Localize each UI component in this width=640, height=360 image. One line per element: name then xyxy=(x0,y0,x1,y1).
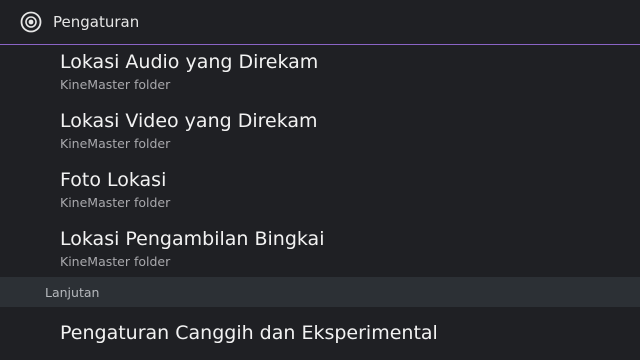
setting-subtitle: KineMaster folder xyxy=(60,254,171,269)
section-label: Lanjutan xyxy=(45,285,100,300)
setting-subtitle: KineMaster folder xyxy=(60,77,171,92)
section-header-advanced: Lanjutan xyxy=(0,277,640,307)
setting-subtitle: KineMaster folder xyxy=(60,136,171,151)
setting-title: Lokasi Pengambilan Bingkai xyxy=(60,228,325,250)
setting-title: Lokasi Video yang Direkam xyxy=(60,110,318,132)
settings-circle-icon[interactable] xyxy=(20,11,42,33)
setting-title: Foto Lokasi xyxy=(60,169,167,191)
setting-row-frame-capture-location[interactable]: Lokasi Pengambilan Bingkai KineMaster fo… xyxy=(0,222,640,281)
header-bar: Pengaturan xyxy=(0,0,640,44)
setting-title: Pengaturan Canggih dan Eksperimental xyxy=(60,322,438,344)
page-title: Pengaturan xyxy=(53,13,140,31)
setting-row-advanced-experimental[interactable]: Pengaturan Canggih dan Eksperimental xyxy=(0,314,640,354)
setting-row-photo-location[interactable]: Foto Lokasi KineMaster folder xyxy=(0,163,640,222)
setting-subtitle: KineMaster folder xyxy=(60,195,171,210)
setting-title: Lokasi Audio yang Direkam xyxy=(60,51,319,73)
settings-screen: Pengaturan Lokasi Audio yang Direkam Kin… xyxy=(0,0,640,360)
setting-row-video-location[interactable]: Lokasi Video yang Direkam KineMaster fol… xyxy=(0,104,640,163)
setting-row-audio-location[interactable]: Lokasi Audio yang Direkam KineMaster fol… xyxy=(0,45,640,104)
